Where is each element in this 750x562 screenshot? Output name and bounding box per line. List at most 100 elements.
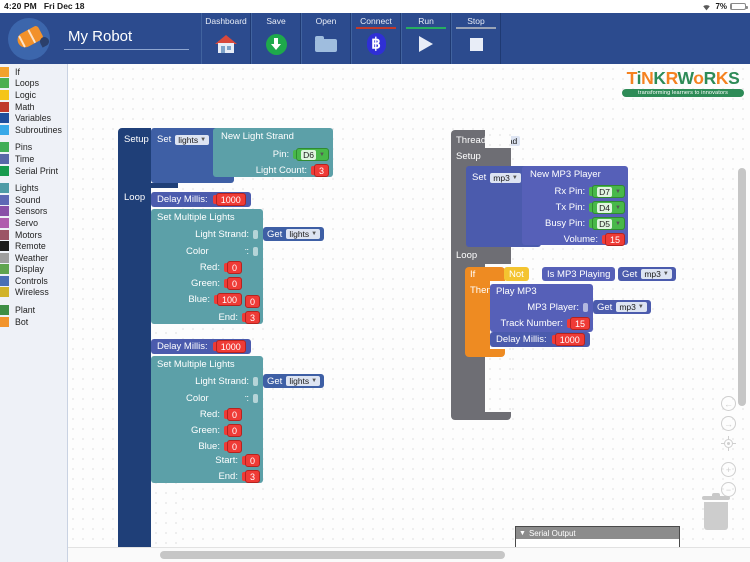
center-view-button[interactable] (721, 436, 736, 451)
red-value[interactable]: 0 (226, 261, 242, 274)
pin-value-dropdown[interactable]: D6 ▼ (296, 148, 329, 161)
volume-value[interactable]: 15 (604, 233, 625, 246)
sidebar-item-if[interactable]: If (0, 66, 67, 78)
sidebar-item-controls[interactable]: Controls (0, 275, 67, 287)
swatch-icon (0, 153, 9, 164)
trash-icon[interactable] (702, 493, 730, 530)
chevron-down-icon: ▼ (311, 231, 318, 237)
horizontal-scrollbar[interactable] (160, 551, 505, 559)
sidebar-group-kits: Plant Bot (0, 304, 67, 327)
sidebar-item-remote[interactable]: Remote (0, 240, 67, 252)
chevron-down-icon: ▼ (319, 151, 325, 158)
sidebar-item-subroutines[interactable]: Subroutines (0, 124, 67, 136)
pin-label: Pin: (272, 149, 290, 160)
sidebar-item-display[interactable]: Display (0, 264, 67, 276)
sidebar-item-sound[interactable]: Sound (0, 194, 67, 206)
is-mp3-playing-block[interactable]: Is MP3 Playing (542, 267, 616, 281)
get-lights-block-1[interactable]: Get lights ▼ (263, 227, 325, 241)
open-label: Open (315, 16, 337, 26)
redo-button[interactable]: → (721, 416, 736, 431)
busy-pin-dropdown[interactable]: D5 ▼ (592, 217, 625, 230)
connect-button[interactable]: Connect ฿ (351, 13, 401, 64)
set-variable-dropdown[interactable]: lights ▼ (175, 134, 210, 145)
get-mp3-block-1[interactable]: Get mp3 ▼ (618, 267, 676, 281)
battery-icon (730, 2, 748, 11)
delay-value[interactable]: 1000 (215, 193, 246, 206)
arrow-right-icon: → (721, 416, 736, 431)
get-mp3-dropdown[interactable]: mp3 ▼ (641, 269, 672, 279)
block-canvas[interactable]: TiNKRWoRKS transforming learners to inno… (68, 64, 750, 562)
sidebar-item-serial-print[interactable]: Serial Print (0, 165, 67, 177)
start-value[interactable]: 0 (244, 295, 260, 308)
sidebar-item-bot[interactable]: Bot (0, 316, 67, 328)
thread-label: Thread (456, 135, 487, 146)
rx-pin-value: D7 (597, 186, 613, 197)
get-variable-dropdown[interactable]: lights ▼ (286, 229, 321, 239)
sidebar-item-label: Sound (15, 194, 41, 205)
project-name-input[interactable]: My Robot (64, 28, 189, 50)
blue-value[interactable]: 0 (226, 440, 242, 453)
stop-button[interactable]: Stop (451, 13, 501, 64)
delay-value[interactable]: 1000 (215, 340, 246, 353)
end-value[interactable]: 3 (244, 311, 260, 324)
zoom-in-button[interactable]: + (721, 462, 736, 477)
sidebar-item-lights[interactable]: Lights (0, 182, 67, 194)
light-count-value[interactable]: 3 (313, 164, 329, 177)
dashboard-button[interactable]: Dashboard (201, 13, 251, 64)
tinkrworks-logo: TiNKRWoRKS transforming learners to inno… (622, 69, 744, 98)
get-keyword: Get (622, 268, 638, 280)
get-lights-block-2[interactable]: Get lights ▼ (263, 374, 325, 388)
start-value[interactable]: 0 (244, 454, 260, 467)
get-mp3-block-2[interactable]: Get mp3 ▼ (593, 300, 651, 314)
track-number-value[interactable]: 15 (569, 317, 590, 330)
serial-output-header[interactable]: ▼ Serial Output (516, 527, 679, 539)
set-mp3-variable-dropdown[interactable]: mp3 ▼ (490, 172, 521, 183)
sidebar-item-label: Logic (15, 89, 37, 100)
tx-pin-dropdown[interactable]: D4 ▼ (592, 201, 625, 214)
arrow-left-icon: ← (721, 396, 736, 411)
sidebar-item-variables[interactable]: Variables (0, 112, 67, 124)
green-value[interactable]: 0 (226, 277, 242, 290)
rx-pin-dropdown[interactable]: D7 ▼ (592, 185, 625, 198)
delay-value[interactable]: 1000 (554, 333, 585, 346)
get-variable-dropdown[interactable]: lights ▼ (286, 376, 321, 386)
blue-label: Blue: (198, 441, 220, 452)
not-block[interactable]: Not (504, 267, 529, 281)
sidebar-item-time[interactable]: Time (0, 153, 67, 165)
green-value[interactable]: 0 (226, 424, 242, 437)
sidebar-item-pins[interactable]: Pins (0, 142, 67, 154)
light-strand-label: Light Strand: (195, 376, 249, 387)
red-value[interactable]: 0 (226, 408, 242, 421)
sidebar-item-label: Time (15, 153, 35, 164)
open-button[interactable]: Open (301, 13, 351, 64)
sidebar-item-wireless[interactable]: Wireless (0, 287, 67, 299)
chevron-down-icon: ▼ (511, 174, 518, 181)
zoom-out-button[interactable]: − (721, 482, 736, 497)
save-button[interactable]: Save (251, 13, 301, 64)
green-label: Green: (190, 278, 220, 289)
setup-label: Setup (124, 134, 149, 145)
swatch-icon (0, 89, 9, 100)
run-button[interactable]: Run (401, 13, 451, 64)
sidebar-item-plant[interactable]: Plant (0, 304, 67, 316)
sidebar-item-logic[interactable]: Logic (0, 89, 67, 101)
not-label: Not (509, 268, 524, 280)
sidebar-item-loops[interactable]: Loops (0, 78, 67, 90)
set-keyword: Set (157, 134, 172, 145)
mp3-player-label: MP3 Player: (527, 302, 579, 313)
new-light-strand-label: New Light Strand (221, 131, 294, 142)
tx-pin-label: Tx Pin: (555, 202, 586, 213)
sidebar-item-math[interactable]: Math (0, 101, 67, 113)
chevron-down-icon: ▼ (311, 378, 318, 384)
undo-button[interactable]: ← (721, 396, 736, 411)
stop-label: Stop (467, 16, 485, 26)
sidebar-item-weather[interactable]: Weather (0, 252, 67, 264)
blue-value[interactable]: 100 (216, 293, 242, 306)
sidebar-item-servo[interactable]: Servo (0, 217, 67, 229)
vertical-scrollbar[interactable] (738, 168, 746, 406)
end-value[interactable]: 3 (244, 470, 260, 483)
get-mp3-dropdown[interactable]: mp3 ▼ (616, 302, 647, 312)
sidebar-item-sensors[interactable]: Sensors (0, 206, 67, 218)
sidebar-item-motors[interactable]: Motors (0, 229, 67, 241)
swatch-icon (0, 316, 9, 327)
